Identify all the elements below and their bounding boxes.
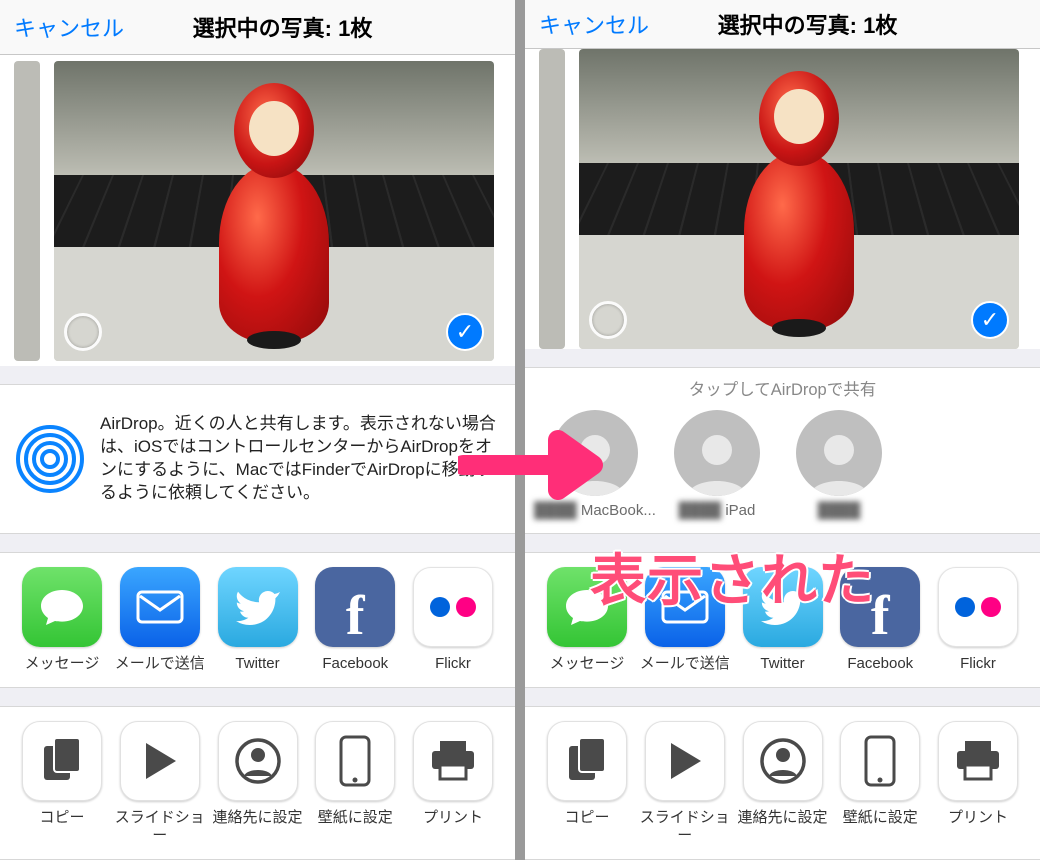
share-mail-label: メールで送信 [635,655,735,673]
share-facebook-label: Facebook [305,655,405,673]
share-mail[interactable]: メールで送信 [637,567,733,673]
action-set-wallpaper-label: 壁紙に設定 [830,809,930,827]
play-icon [645,721,725,801]
share-messages[interactable]: メッセージ [539,567,635,673]
action-print-label: プリント [928,809,1028,827]
copy-icon [547,721,627,801]
flickr-icon [938,567,1018,647]
airdrop-icon [14,423,86,495]
share-flickr-label: Flickr [928,655,1028,673]
selected-check-icon[interactable]: ✓ [971,301,1009,339]
airdrop-contact-3[interactable]: ████ [789,410,889,519]
nav-bar: キャンセル 選択中の写真: 1枚 [0,0,515,55]
page-title: 選択中の写真: 1枚 [589,8,1026,40]
share-twitter[interactable]: Twitter [735,567,831,673]
share-flickr[interactable]: Flickr [405,567,501,673]
nav-bar: キャンセル 選択中の写真: 1枚 [525,0,1040,49]
airdrop-contact-1[interactable]: ████ MacBook... [545,410,645,519]
share-apps-row: メッセージ メールで送信 Twitter f Facebook Flickr [0,552,515,688]
copy-icon [22,721,102,801]
share-sheet-after: キャンセル 選択中の写真: 1枚 ✓ タップしてAirDropで共有 ████ … [525,0,1040,860]
action-slideshow[interactable]: スライドショー [637,721,733,845]
facebook-icon: f [315,567,395,647]
airdrop-hint: タップしてAirDropで共有 [539,376,1026,400]
avatar-icon [552,410,638,496]
share-flickr-label: Flickr [403,655,503,673]
facebook-icon: f [840,567,920,647]
action-set-wallpaper-label: 壁紙に設定 [305,809,405,827]
share-apps-row: メッセージ メールで送信 Twitter f Facebook Flickr [525,552,1040,688]
share-flickr[interactable]: Flickr [930,567,1026,673]
twitter-icon [743,567,823,647]
actions-row: コピー スライドショー 連絡先に設定 壁紙に設定 プリント [0,706,515,860]
share-messages-label: メッセージ [12,655,112,673]
actions-row: コピー スライドショー 連絡先に設定 壁紙に設定 プリント [525,706,1040,860]
action-slideshow-label: スライドショー [110,809,210,845]
flickr-icon [413,567,493,647]
airdrop-section: タップしてAirDropで共有 ████ MacBook... ████ iPa… [525,367,1040,534]
action-copy-label: コピー [12,809,112,827]
printer-icon [413,721,493,801]
photo-strip[interactable]: ✓ [0,55,515,366]
page-title: 選択中の写真: 1枚 [64,11,501,43]
share-facebook-label: Facebook [830,655,930,673]
action-copy[interactable]: コピー [14,721,110,845]
share-sheet-before: キャンセル 選択中の写真: 1枚 ✓ AirDrop。近くの人と共有します。表示… [0,0,515,860]
share-mail-label: メールで送信 [110,655,210,673]
twitter-icon [218,567,298,647]
selected-check-icon[interactable]: ✓ [446,313,484,351]
action-print[interactable]: プリント [930,721,1026,845]
action-print[interactable]: プリント [405,721,501,845]
action-set-wallpaper[interactable]: 壁紙に設定 [832,721,928,845]
mail-icon [645,567,725,647]
action-assign-contact[interactable]: 連絡先に設定 [210,721,306,845]
share-facebook[interactable]: f Facebook [832,567,928,673]
airdrop-description: AirDrop。近くの人と共有します。表示されない場合は、iOSではコントロール… [100,413,501,505]
messages-icon [547,567,627,647]
contact-icon [218,721,298,801]
messages-icon [22,567,102,647]
contact-label-blurred: ████ [679,502,722,519]
share-twitter[interactable]: Twitter [210,567,306,673]
action-copy-label: コピー [537,809,637,827]
contact-label-blurred: ████ [818,502,861,519]
selected-photo[interactable]: ✓ [54,61,494,361]
play-icon [120,721,200,801]
photo-strip[interactable]: ✓ [525,49,1040,349]
action-copy[interactable]: コピー [539,721,635,845]
share-twitter-label: Twitter [733,655,833,673]
share-twitter-label: Twitter [208,655,308,673]
share-mail[interactable]: メールで送信 [112,567,208,673]
action-print-label: プリント [403,809,503,827]
deselect-circle-icon[interactable] [589,301,627,339]
airdrop-section: AirDrop。近くの人と共有します。表示されない場合は、iOSではコントロール… [0,384,515,534]
avatar-icon [796,410,882,496]
deselect-circle-icon[interactable] [64,313,102,351]
contact-label: iPad [725,502,755,519]
action-assign-contact-label: 連絡先に設定 [733,809,833,827]
mail-icon [120,567,200,647]
contact-icon [743,721,823,801]
action-slideshow[interactable]: スライドショー [112,721,208,845]
avatar-icon [674,410,760,496]
phone-icon [840,721,920,801]
printer-icon [938,721,1018,801]
action-slideshow-label: スライドショー [635,809,735,845]
contact-label-blurred: ████ [534,502,577,519]
contact-label: MacBook... [581,502,656,519]
phone-icon [315,721,395,801]
selected-photo[interactable]: ✓ [579,49,1019,349]
share-messages-label: メッセージ [537,655,637,673]
action-assign-contact[interactable]: 連絡先に設定 [735,721,831,845]
share-messages[interactable]: メッセージ [14,567,110,673]
action-assign-contact-label: 連絡先に設定 [208,809,308,827]
airdrop-contact-2[interactable]: ████ iPad [667,410,767,519]
action-set-wallpaper[interactable]: 壁紙に設定 [307,721,403,845]
share-facebook[interactable]: f Facebook [307,567,403,673]
